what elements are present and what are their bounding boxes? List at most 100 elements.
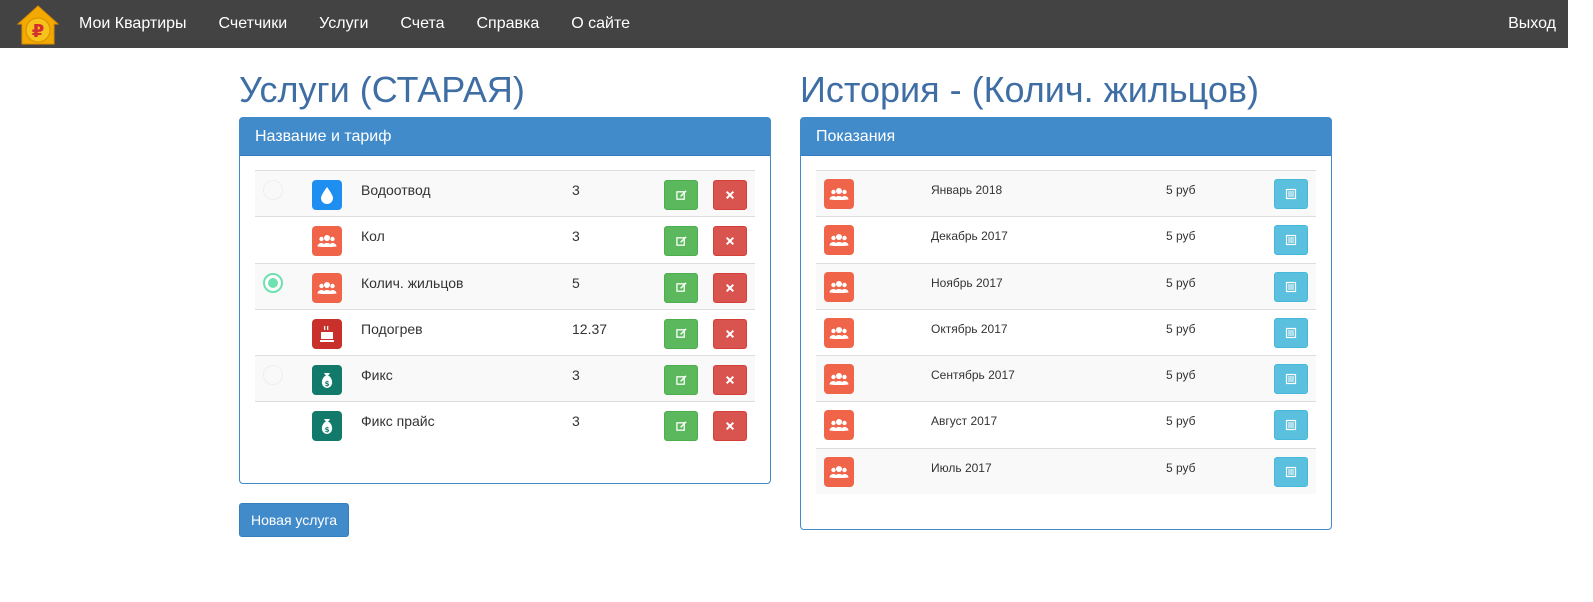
delete-button[interactable]: [713, 318, 747, 349]
history-row: Август 2017 5 руб: [816, 401, 1316, 447]
details-button[interactable]: [1274, 271, 1308, 302]
history-price: 5 руб: [1166, 321, 1196, 336]
history-row: Сентябрь 2017 5 руб: [816, 355, 1316, 402]
delete-button[interactable]: [713, 226, 747, 257]
list-icon: [1285, 374, 1297, 385]
close-icon: [725, 283, 735, 292]
service-tariff: 12.37: [572, 320, 608, 337]
edit-button[interactable]: [664, 180, 698, 210]
service-tariff: 3: [572, 228, 580, 245]
service-tariff: 3: [572, 367, 580, 384]
history-price: 5 руб: [1166, 275, 1196, 290]
people-icon: [824, 410, 854, 441]
list-icon: [1285, 420, 1297, 431]
svg-text:$: $: [325, 426, 330, 434]
service-name: Колич. жильцов: [361, 274, 464, 291]
details-button[interactable]: [1274, 410, 1308, 441]
nav-meters[interactable]: Счетчики: [219, 15, 288, 33]
history-row: Декабрь 2017 5 руб: [816, 216, 1316, 262]
list-icon: [1285, 235, 1297, 246]
main-nav: Мои Квартиры Счетчики Услуги Счета Справ…: [79, 0, 662, 48]
edit-icon: [675, 282, 687, 292]
services-panel: Название и тариф Водоотвод 3 Кол 3 Колич…: [239, 117, 771, 484]
details-button[interactable]: [1274, 179, 1308, 209]
edit-icon: [675, 236, 687, 246]
close-icon: [725, 422, 735, 431]
edit-icon: [675, 421, 687, 431]
nav-help[interactable]: Справка: [477, 15, 540, 33]
service-row: $ Фикс 3: [255, 355, 755, 402]
people-icon: [824, 225, 854, 256]
history-panel: Показания Январь 2018 5 руб Декабрь 2017…: [800, 117, 1332, 530]
people-icon: [824, 179, 854, 209]
service-radio-selected[interactable]: [263, 272, 283, 293]
service-name: Кол: [361, 228, 385, 245]
list-icon: [1285, 466, 1297, 477]
service-tariff: 3: [572, 182, 580, 198]
history-date: Август 2017: [931, 414, 998, 429]
delete-button[interactable]: [713, 180, 747, 210]
nav-services[interactable]: Услуги: [319, 15, 368, 33]
list-icon: [1285, 188, 1297, 200]
svg-text:$: $: [325, 380, 330, 388]
details-button[interactable]: [1274, 364, 1308, 395]
top-navbar: ₽ Мои Квартиры Счетчики Услуги Счета Спр…: [0, 0, 1568, 48]
services-heading: Услуги (СТАРАЯ): [239, 69, 525, 110]
history-row: Октябрь 2017 5 руб: [816, 308, 1316, 355]
service-name: Фикс прайс: [361, 413, 435, 430]
history-date: Июль 2017: [931, 460, 992, 475]
history-heading: История - (Колич. жильцов): [800, 69, 1259, 110]
details-button[interactable]: [1274, 225, 1308, 256]
edit-button[interactable]: [664, 318, 698, 349]
people-icon: [824, 364, 854, 395]
history-date: Ноябрь 2017: [931, 275, 1003, 290]
details-button[interactable]: [1274, 317, 1308, 348]
delete-button[interactable]: [713, 272, 747, 303]
history-row: Январь 2018 5 руб: [816, 170, 1316, 217]
service-row: Колич. жильцов 5: [255, 262, 755, 309]
new-service-button[interactable]: Новая услуга: [239, 503, 349, 537]
service-name: Подогрев: [361, 320, 423, 337]
list-icon: [1285, 327, 1297, 338]
heater-icon: [312, 318, 342, 349]
service-radio[interactable]: [263, 180, 283, 200]
close-icon: [725, 329, 735, 338]
edit-icon: [675, 328, 687, 339]
edit-icon: [675, 375, 687, 385]
close-icon: [725, 237, 735, 246]
edit-icon: [675, 189, 687, 200]
money-bag-icon: $: [312, 365, 342, 396]
service-row: $ Фикс прайс 3: [255, 401, 755, 447]
history-price: 5 руб: [1166, 229, 1196, 244]
close-icon: [725, 190, 735, 200]
service-row: Кол 3: [255, 216, 755, 262]
service-row: Водоотвод 3: [255, 170, 755, 217]
details-button[interactable]: [1274, 456, 1308, 487]
money-bag-icon: $: [312, 411, 342, 442]
logout-link[interactable]: Выход: [1508, 15, 1556, 33]
people-icon: [312, 226, 342, 257]
ruble-house-logo[interactable]: ₽: [16, 4, 60, 48]
history-price: 5 руб: [1166, 368, 1196, 383]
edit-button[interactable]: [664, 272, 698, 303]
water-drop-icon: [312, 180, 342, 210]
history-panel-title: Показания: [801, 118, 1331, 155]
service-name: Водоотвод: [361, 182, 431, 198]
nav-bills[interactable]: Счета: [400, 15, 444, 33]
list-icon: [1285, 281, 1297, 292]
edit-button[interactable]: [664, 365, 698, 396]
service-name: Фикс: [361, 367, 393, 384]
service-radio[interactable]: [263, 365, 283, 386]
delete-button[interactable]: [713, 411, 747, 442]
history-date: Октябрь 2017: [931, 321, 1008, 336]
people-icon: [824, 317, 854, 348]
edit-button[interactable]: [664, 226, 698, 257]
nav-my-apartments[interactable]: Мои Квартиры: [79, 15, 187, 33]
people-icon: [312, 272, 342, 303]
history-price: 5 руб: [1166, 183, 1196, 197]
history-price: 5 руб: [1166, 414, 1196, 429]
history-table: Январь 2018 5 руб Декабрь 2017 5 руб Ноя…: [801, 155, 1331, 508]
edit-button[interactable]: [664, 411, 698, 442]
delete-button[interactable]: [713, 365, 747, 396]
nav-about[interactable]: О сайте: [571, 15, 630, 33]
